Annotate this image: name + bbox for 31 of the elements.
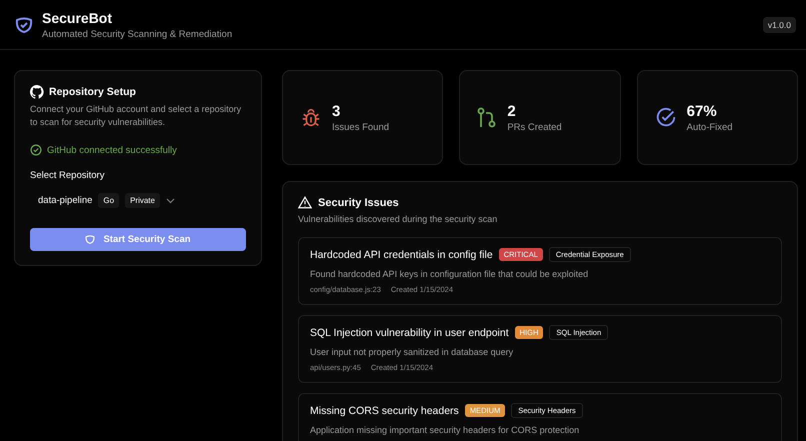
stat-value: 3: [332, 102, 342, 120]
issue-title: SQL Injection vulnerability in user endpoint: [310, 326, 509, 338]
stat-label: PRs Created: [507, 122, 562, 132]
issue-description: Found hardcoded API keys in configuration file that could be exploited: [310, 269, 590, 279]
shield-logo-icon: [15, 16, 33, 32]
bug-icon: [300, 106, 322, 128]
app-subtitle: Automated Security Scanning & Remediation: [42, 28, 234, 40]
stat-value: 2: [507, 102, 517, 120]
panel-subtitle: Vulnerabilities discovered during the security scan: [298, 214, 498, 224]
app-title: SecureBot: [42, 10, 114, 26]
chevron-down-icon: [166, 198, 175, 204]
stat-label: Issues Found: [332, 122, 390, 132]
issue-description: Application missing important security headers for CORS protection: [310, 425, 580, 435]
card-title: Repository Setup: [49, 86, 136, 98]
connection-status: GitHub connected successfully: [47, 144, 177, 156]
repository-select[interactable]: data-pipeline Go Private: [30, 187, 183, 214]
stat-label: Auto-Fixed: [686, 122, 733, 132]
warning-icon: [298, 196, 312, 209]
github-icon: [30, 85, 44, 99]
issue-title: Missing CORS security headers: [310, 404, 459, 416]
panel-title: Security Issues: [318, 196, 399, 208]
issue-title: Hardcoded API credentials in config file: [310, 248, 493, 260]
issue-description: User input not properly sanitized in database query: [310, 347, 514, 357]
version-badge: v1.0.0: [762, 16, 796, 32]
stat-value: 67%: [686, 102, 718, 120]
check-circle-icon: [30, 144, 42, 156]
field-label: Select Repository: [30, 170, 106, 181]
shield-icon: [85, 235, 96, 244]
pull-request-icon: [477, 106, 498, 128]
card-description: Connect your GitHub account and select a repository to scan for security vulnerabilities.: [30, 103, 242, 129]
check-circle-icon: [654, 106, 677, 128]
